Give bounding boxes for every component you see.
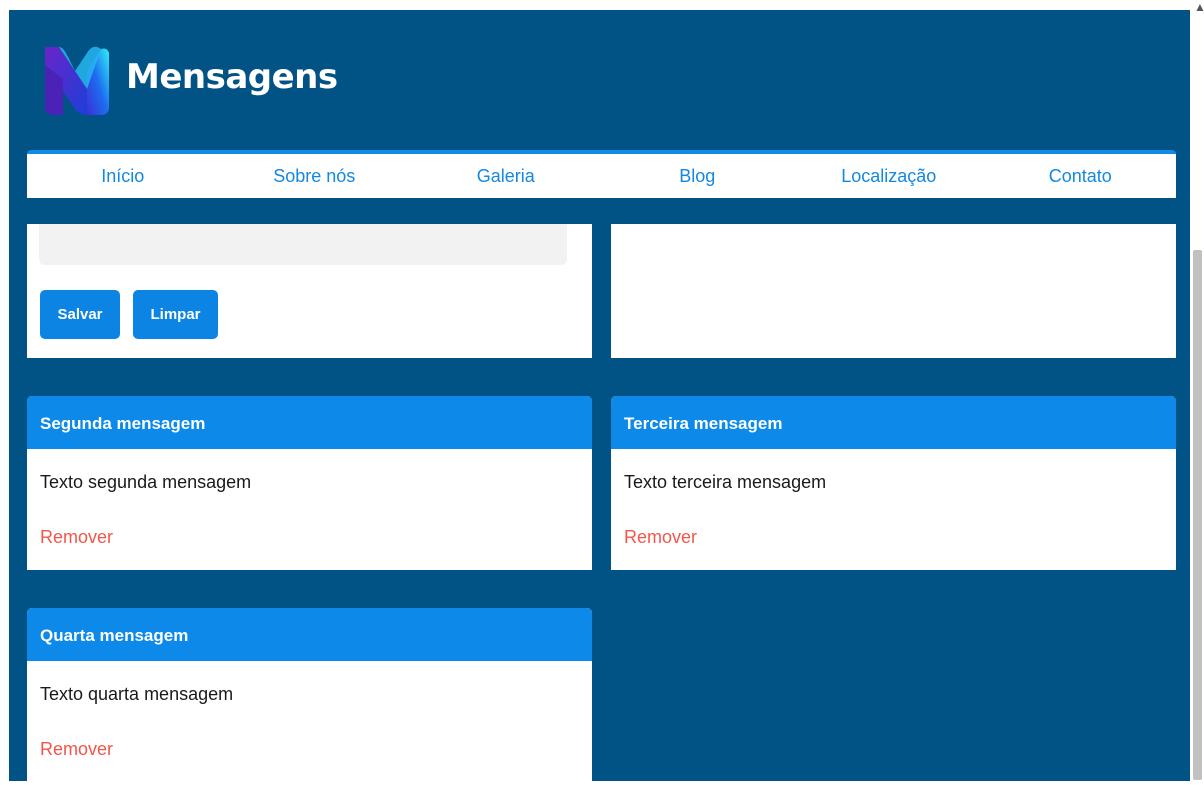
- message-form-card: Salvar Limpar: [27, 224, 592, 358]
- message-card: Terceira mensagem Texto terceira mensage…: [611, 396, 1176, 570]
- message-text: Texto quarta mensagem: [40, 684, 234, 704]
- nav-item-localizacao[interactable]: Localização: [793, 166, 985, 187]
- preview-card: [611, 224, 1176, 358]
- remove-link[interactable]: Remover: [40, 527, 113, 548]
- message-title: Quarta mensagem: [27, 608, 592, 661]
- message-text: Texto segunda mensagem: [40, 472, 252, 492]
- message-text: Texto terceira mensagem: [624, 472, 827, 492]
- clear-button[interactable]: Limpar: [133, 290, 218, 339]
- scroll-up-arrow-icon[interactable]: ▲: [1194, 0, 1204, 14]
- m-logo-icon[interactable]: [41, 45, 111, 117]
- page-viewport: Mensagens Início Sobre nós Galeria Blog …: [9, 10, 1190, 781]
- site-title: Mensagens: [126, 57, 338, 97]
- save-button[interactable]: Salvar: [40, 290, 120, 339]
- main-nav: Início Sobre nós Galeria Blog Localizaçã…: [27, 150, 1176, 198]
- scrollbar-thumb[interactable]: [1193, 250, 1202, 780]
- remove-link[interactable]: Remover: [624, 527, 697, 548]
- message-title: Terceira mensagem: [611, 396, 1176, 449]
- message-card: Segunda mensagem Texto segunda mensagem …: [27, 396, 592, 570]
- nav-item-inicio[interactable]: Início: [27, 166, 219, 187]
- nav-item-sobre-nos[interactable]: Sobre nós: [219, 166, 411, 187]
- site-header: Mensagens: [9, 10, 1190, 150]
- message-textarea[interactable]: [39, 224, 567, 265]
- remove-link[interactable]: Remover: [40, 739, 113, 760]
- nav-item-contato[interactable]: Contato: [985, 166, 1177, 187]
- nav-item-blog[interactable]: Blog: [602, 166, 794, 187]
- message-title: Segunda mensagem: [27, 396, 592, 449]
- message-card: Quarta mensagem Texto quarta mensagem Re…: [27, 608, 592, 781]
- nav-item-galeria[interactable]: Galeria: [410, 166, 602, 187]
